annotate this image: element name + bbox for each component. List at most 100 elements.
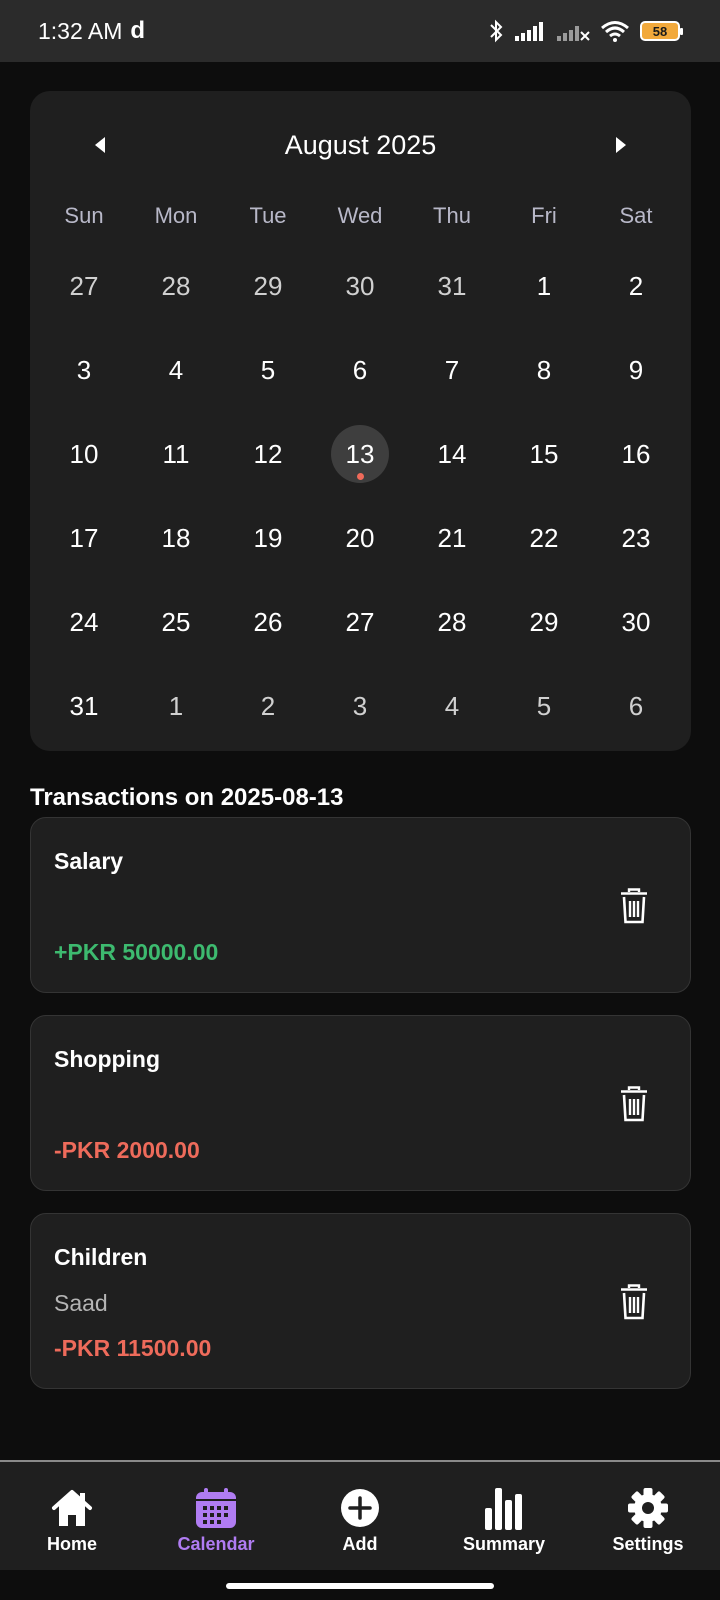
home-icon: [50, 1486, 94, 1530]
calendar-day[interactable]: 28: [406, 580, 498, 664]
calendar-day[interactable]: 22: [498, 496, 590, 580]
calendar-day[interactable]: 1: [130, 664, 222, 748]
calendar-day[interactable]: 7: [406, 328, 498, 412]
transactions-heading: Transactions on 2025-08-13: [30, 784, 344, 811]
calendar-day[interactable]: 24: [38, 580, 130, 664]
calendar-day-number-wrap: 22: [515, 509, 573, 567]
delete-trash-icon[interactable]: [620, 888, 648, 924]
calendar-day[interactable]: 29: [498, 580, 590, 664]
calendar-day-number-wrap: 20: [331, 509, 389, 567]
nav-label-settings: Settings: [612, 1534, 684, 1554]
calendar-day-number: 22: [529, 522, 559, 553]
calendar-day[interactable]: 27: [314, 580, 406, 664]
calendar-day[interactable]: 31: [406, 244, 498, 328]
transaction-category: Children: [54, 1244, 148, 1270]
nav-label-home: Home: [46, 1534, 97, 1554]
calendar-day[interactable]: 8: [498, 328, 590, 412]
calendar-day-number-wrap: 11: [147, 425, 205, 483]
calendar-day[interactable]: 30: [314, 244, 406, 328]
weekday-label: Thu: [433, 203, 471, 228]
calendar-day-number-wrap: 16: [607, 425, 665, 483]
weekday-label: Sun: [64, 203, 104, 228]
calendar-day-number: 31: [437, 270, 467, 301]
calendar-day[interactable]: 18: [130, 496, 222, 580]
transaction-amount: -PKR 2000.00: [54, 1137, 200, 1163]
calendar-day-number-wrap: 30: [607, 593, 665, 651]
calendar-day[interactable]: 15: [498, 412, 590, 496]
calendar-day[interactable]: 6: [590, 664, 682, 748]
calendar-day-number-wrap: 4: [423, 677, 481, 735]
calendar-day[interactable]: 6: [314, 328, 406, 412]
calendar-day-number-wrap: 2: [607, 257, 665, 315]
nav-item-settings[interactable]: Settings: [576, 1462, 720, 1570]
calendar-day-number-wrap: 26: [239, 593, 297, 651]
calendar-day[interactable]: 4: [406, 664, 498, 748]
calendar-day-number: 27: [345, 606, 375, 637]
calendar-day-selected[interactable]: 13: [314, 412, 406, 496]
calendar-day[interactable]: 21: [406, 496, 498, 580]
status-bar: 1:32 AM d 58: [0, 0, 720, 62]
calendar-day-number-wrap: 5: [515, 677, 573, 735]
calendar-day-number: 4: [444, 690, 460, 721]
calendar-day-number: 13: [345, 438, 375, 469]
home-indicator-bar[interactable]: [226, 1583, 494, 1589]
transaction-card[interactable]: Salary +PKR 50000.00: [30, 817, 691, 993]
delete-trash-icon[interactable]: [620, 1086, 648, 1122]
calendar-day[interactable]: 28: [130, 244, 222, 328]
calendar-day[interactable]: 9: [590, 328, 682, 412]
calendar-day-number-wrap: 4: [147, 341, 205, 399]
calendar-day[interactable]: 27: [38, 244, 130, 328]
calendar-day[interactable]: 20: [314, 496, 406, 580]
calendar-day[interactable]: 26: [222, 580, 314, 664]
calendar-day[interactable]: 10: [38, 412, 130, 496]
app-notification-icon: d: [130, 17, 146, 44]
calendar-day-number: 1: [536, 270, 552, 301]
nav-item-summary[interactable]: Summary: [432, 1462, 576, 1570]
calendar-day[interactable]: 30: [590, 580, 682, 664]
calendar-day[interactable]: 25: [130, 580, 222, 664]
nav-item-add[interactable]: Add: [288, 1462, 432, 1570]
event-indicator-dot: [356, 473, 364, 480]
calendar-day[interactable]: 23: [590, 496, 682, 580]
calendar-day-number: 6: [352, 354, 368, 385]
calendar-day[interactable]: 5: [222, 328, 314, 412]
calendar-day[interactable]: 3: [38, 328, 130, 412]
calendar-day-number-wrap: 15: [515, 425, 573, 483]
calendar-day-number-wrap: 12: [239, 425, 297, 483]
calendar-day[interactable]: 5: [498, 664, 590, 748]
next-month-button[interactable]: [609, 133, 633, 157]
calendar-day-number-wrap: 3: [55, 341, 113, 399]
calendar-day[interactable]: 4: [130, 328, 222, 412]
nav-label-add: Add: [342, 1534, 378, 1554]
previous-month-button[interactable]: [88, 133, 112, 157]
calendar-day[interactable]: 2: [590, 244, 682, 328]
nav-item-home[interactable]: Home: [0, 1462, 144, 1570]
nav-item-calendar[interactable]: Calendar: [144, 1462, 288, 1570]
calendar-day-number: 28: [437, 606, 467, 637]
weekday-label: Fri: [531, 203, 557, 228]
calendar-day-number-wrap: 24: [55, 593, 113, 651]
calendar-day[interactable]: 1: [498, 244, 590, 328]
calendar-day-number: 16: [621, 438, 651, 469]
calendar-day[interactable]: 11: [130, 412, 222, 496]
calendar-day-number-wrap: 30: [331, 257, 389, 315]
transaction-card[interactable]: Shopping -PKR 2000.00: [30, 1015, 691, 1191]
calendar-day-number-wrap: 1: [515, 257, 573, 315]
status-time: 1:32 AM: [38, 17, 123, 44]
transaction-category: Shopping: [54, 1046, 161, 1072]
calendar-icon: [194, 1486, 238, 1530]
signal-no-service-icon: [557, 26, 590, 41]
calendar-day[interactable]: 3: [314, 664, 406, 748]
calendar-day[interactable]: 2: [222, 664, 314, 748]
delete-trash-icon[interactable]: [620, 1284, 648, 1320]
calendar-day-number: 2: [260, 690, 276, 721]
calendar-day[interactable]: 16: [590, 412, 682, 496]
calendar-day[interactable]: 14: [406, 412, 498, 496]
weekday-header-row: Sun Mon Tue Wed Thu Fri Sat: [38, 203, 682, 229]
calendar-day[interactable]: 17: [38, 496, 130, 580]
calendar-day[interactable]: 12: [222, 412, 314, 496]
transaction-card[interactable]: Children Saad -PKR 11500.00: [30, 1213, 691, 1389]
calendar-day[interactable]: 31: [38, 664, 130, 748]
calendar-day[interactable]: 29: [222, 244, 314, 328]
calendar-day[interactable]: 19: [222, 496, 314, 580]
